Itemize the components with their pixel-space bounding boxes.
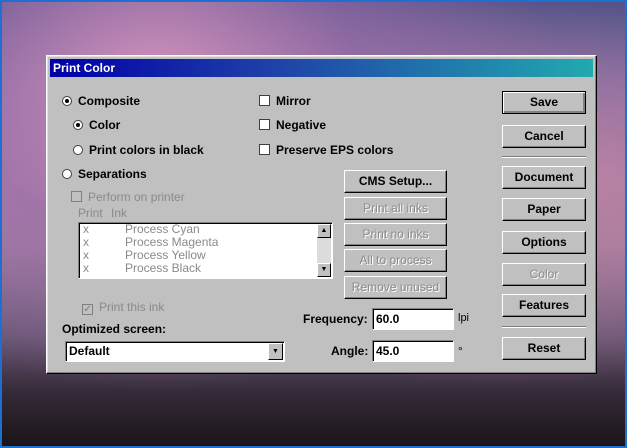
print-no-inks-button[interactable]: Print no inks — [344, 223, 447, 246]
divider — [502, 326, 586, 328]
document-button[interactable]: Document — [502, 166, 586, 189]
ink-list-header-ink: Ink — [111, 206, 128, 220]
color-radio[interactable]: Color — [73, 118, 120, 132]
all-to-process-button[interactable]: All to process — [344, 249, 447, 272]
frequency-unit: lpi — [458, 312, 470, 324]
list-item[interactable]: x Process Yellow — [79, 249, 332, 262]
radio-indicator — [62, 96, 72, 106]
checkbox-indicator — [259, 119, 270, 130]
radio-indicator — [73, 145, 83, 155]
checkbox-indicator — [259, 144, 270, 155]
features-button[interactable]: Features — [502, 294, 586, 317]
checkbox-indicator — [71, 191, 82, 202]
optimized-screen-label: Optimized screen: — [62, 322, 167, 336]
negative-checkbox[interactable]: Negative — [259, 118, 326, 132]
ink-list-scrollbar[interactable]: ▲ ▼ — [317, 224, 331, 277]
options-button[interactable]: Options — [502, 231, 586, 254]
ink-list-header-print: Print — [78, 206, 103, 220]
radio-indicator — [62, 169, 72, 179]
separations-radio[interactable]: Separations — [62, 167, 147, 181]
scroll-down-icon[interactable]: ▼ — [317, 263, 331, 277]
composite-radio[interactable]: Composite — [62, 94, 140, 108]
print-colors-in-black-radio[interactable]: Print colors in black — [73, 143, 204, 157]
scroll-up-icon[interactable]: ▲ — [317, 224, 331, 238]
list-item[interactable]: x Process Black — [79, 262, 332, 275]
dialog-title: Print Color — [50, 59, 593, 77]
chevron-down-icon[interactable]: ▼ — [268, 343, 283, 360]
angle-label: Angle: — [331, 344, 369, 358]
mirror-checkbox[interactable]: Mirror — [259, 94, 311, 108]
frequency-field[interactable]: 60.0 — [372, 308, 454, 330]
print-color-dialog: Print Color Composite Color Print colors… — [46, 55, 597, 374]
angle-unit: ° — [458, 344, 463, 358]
preserve-eps-colors-checkbox[interactable]: Preserve EPS colors — [259, 143, 393, 157]
frequency-label: Frequency: — [303, 312, 368, 326]
save-button[interactable]: Save — [502, 91, 586, 114]
color-button[interactable]: Color — [502, 263, 586, 286]
print-all-inks-button[interactable]: Print all inks — [344, 197, 447, 220]
reset-button[interactable]: Reset — [502, 337, 586, 360]
divider — [502, 156, 586, 158]
checkbox-indicator — [259, 95, 270, 106]
cms-setup-button[interactable]: CMS Setup... — [344, 170, 447, 193]
paper-button[interactable]: Paper — [502, 198, 586, 221]
angle-field[interactable]: 45.0 — [372, 340, 454, 362]
perform-on-printer-checkbox[interactable]: Perform on printer — [71, 190, 185, 204]
radio-indicator — [73, 120, 83, 130]
optimized-screen-select[interactable]: Default ▼ — [65, 341, 285, 362]
cancel-button[interactable]: Cancel — [502, 125, 586, 148]
ink-listbox[interactable]: x Process Cyan x Process Magenta x Process … — [78, 222, 333, 279]
checkbox-indicator: ✓ — [82, 304, 93, 315]
remove-unused-button[interactable]: Remove unused — [344, 276, 447, 299]
print-this-ink-checkbox[interactable]: ✓ Print this ink — [82, 300, 164, 315]
